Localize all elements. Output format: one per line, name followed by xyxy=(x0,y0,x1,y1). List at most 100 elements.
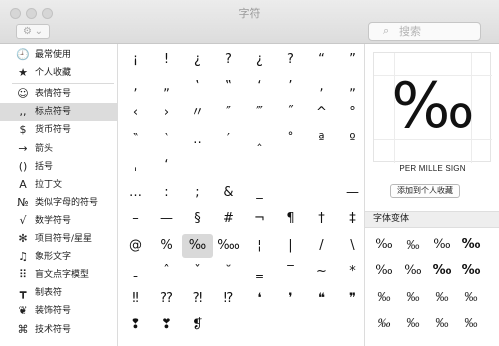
character-cell[interactable]: — xyxy=(151,207,182,231)
add-to-favorites-button[interactable]: 添加到个人收藏 xyxy=(390,184,460,198)
sidebar-item[interactable]: A 拉丁文 xyxy=(0,176,118,194)
character-cell[interactable]: ¿ xyxy=(244,48,275,72)
character-cell[interactable]: : xyxy=(151,181,182,205)
character-cell[interactable]: ˘ xyxy=(213,260,244,284)
font-variant-cell[interactable]: ‰ xyxy=(458,286,484,308)
character-cell[interactable]: ¶ xyxy=(275,207,306,231)
font-variant-cell[interactable]: ‰ xyxy=(371,260,397,282)
character-cell[interactable]: ‛ xyxy=(182,75,213,99)
sidebar-item[interactable]: $ 货币符号 xyxy=(0,121,118,139)
character-cell[interactable]: ‚ xyxy=(120,75,151,99)
character-cell[interactable]: ′ xyxy=(213,128,244,152)
character-cell[interactable]: ″ xyxy=(213,101,244,125)
character-cell[interactable]: | xyxy=(275,234,306,258)
character-cell[interactable]: ; xyxy=(182,181,213,205)
character-cell[interactable]: ‴ xyxy=(244,101,275,125)
search-input[interactable] xyxy=(399,24,477,39)
character-cell[interactable]: § xyxy=(182,207,213,231)
character-cell[interactable]: ‸ xyxy=(244,128,275,152)
character-cell[interactable]: ˇ xyxy=(182,260,213,284)
character-cell[interactable]: ? xyxy=(275,48,306,72)
font-variant-cell[interactable]: ‰ xyxy=(429,234,455,256)
sidebar-item[interactable]: № 类似字母的符号 xyxy=(0,194,118,212)
font-variant-cell[interactable]: ‰ xyxy=(429,260,455,282)
character-cell[interactable]: ‰ xyxy=(182,233,213,258)
character-cell[interactable]: ❡ xyxy=(182,313,213,337)
font-variant-cell[interactable]: ‰ xyxy=(458,260,484,282)
sidebar-item[interactable]: ☺ 表情符号 xyxy=(0,85,118,103)
character-cell[interactable]: ❝ xyxy=(306,287,337,311)
character-cell[interactable]: ¡ xyxy=(120,48,151,72)
character-cell[interactable]: ‟ xyxy=(213,75,244,99)
character-cell[interactable]: ‘ xyxy=(244,75,275,99)
character-cell[interactable]: ? xyxy=(213,48,244,72)
character-cell[interactable]: ‚ xyxy=(306,75,337,99)
character-cell[interactable]: ❢ xyxy=(120,313,151,337)
font-variant-cell[interactable]: ‰ xyxy=(400,260,426,282)
sidebar-item[interactable]: ┳ 制表符 xyxy=(0,284,118,302)
font-variant-cell[interactable]: ‰ xyxy=(400,234,426,256)
character-cell[interactable]: ❣ xyxy=(151,313,182,337)
character-cell[interactable]: † xyxy=(306,207,337,231)
sidebar-item[interactable]: 🕘 最常使用 xyxy=(0,46,118,64)
character-cell[interactable]: ❛ xyxy=(244,287,275,311)
font-variant-cell[interactable]: ‰ xyxy=(429,312,455,334)
font-variant-cell[interactable]: ‰ xyxy=(458,312,484,334)
character-cell[interactable]: ˆ xyxy=(151,260,182,284)
sidebar-item[interactable]: ,, 标点符号 xyxy=(0,103,118,122)
character-cell[interactable]: ‶ xyxy=(120,128,151,152)
character-cell[interactable]: ˚ xyxy=(275,128,306,152)
character-cell[interactable]: ‘ xyxy=(151,154,182,178)
font-variant-cell[interactable]: ‰ xyxy=(371,286,397,308)
character-cell[interactable]: ‥ xyxy=(182,128,213,152)
character-cell[interactable]: ‵ xyxy=(151,128,182,152)
character-cell[interactable]: ^ xyxy=(306,101,337,125)
font-variant-cell[interactable]: ‰ xyxy=(371,234,397,256)
character-cell[interactable]: ’ xyxy=(275,75,306,99)
sidebar-item[interactable]: ♫ 象形文字 xyxy=(0,248,118,266)
sidebar-item[interactable]: ⠿ 盲文点字模型 xyxy=(0,266,118,284)
font-variant-cell[interactable]: ‰ xyxy=(400,312,426,334)
search-box[interactable]: ⌕ xyxy=(368,22,481,41)
character-cell[interactable]: – xyxy=(120,207,151,231)
character-cell[interactable]: ⁈ xyxy=(182,287,213,311)
character-cell[interactable]: ‾ xyxy=(275,260,306,284)
font-variant-cell[interactable]: ‰ xyxy=(458,234,484,256)
character-cell[interactable]: › xyxy=(151,101,182,125)
character-cell[interactable]: ˌ xyxy=(120,154,151,178)
character-cell[interactable]: @ xyxy=(120,234,151,258)
sidebar-item[interactable]: → 箭头 xyxy=(0,140,118,158)
sidebar-item[interactable]: ❦ 装饰符号 xyxy=(0,302,118,320)
character-cell[interactable]: … xyxy=(120,181,151,205)
character-cell[interactable]: ¬ xyxy=(244,207,275,231)
character-cell[interactable]: ⁇ xyxy=(151,287,182,311)
character-cell[interactable]: ¿ xyxy=(182,48,213,72)
character-cell[interactable]: % xyxy=(151,234,182,258)
character-cell[interactable]: & xyxy=(213,181,244,205)
font-variant-cell[interactable]: ‰ xyxy=(429,286,455,308)
character-cell[interactable]: „ xyxy=(151,75,182,99)
font-variant-cell[interactable]: ‰ xyxy=(371,312,397,334)
sidebar-item[interactable]: √ 数学符号 xyxy=(0,212,118,230)
sidebar-item[interactable]: ⌘ 技术符号 xyxy=(0,321,118,339)
character-cell[interactable]: ª xyxy=(306,128,337,152)
sidebar-item[interactable]: ✻ 项目符号/星星 xyxy=(0,230,118,248)
character-cell[interactable]: ! xyxy=(151,48,182,72)
character-cell[interactable]: “ xyxy=(306,48,337,72)
character-cell[interactable]: ~ xyxy=(306,260,337,284)
character-cell[interactable]: ˝ xyxy=(275,101,306,125)
character-cell[interactable]: ❜ xyxy=(275,287,306,311)
character-cell[interactable]: ⁉ xyxy=(213,287,244,311)
character-cell[interactable]: 〃 xyxy=(182,101,213,125)
character-cell[interactable]: ‹ xyxy=(120,101,151,125)
character-cell[interactable]: _ xyxy=(244,181,275,205)
sidebar-item[interactable]: () 括号 xyxy=(0,158,118,176)
settings-menu-button[interactable]: ⚙ ⌄ xyxy=(16,24,50,39)
character-cell[interactable]: ‱ xyxy=(213,234,244,258)
font-variant-cell[interactable]: ‰ xyxy=(400,286,426,308)
character-cell[interactable]: ‗ xyxy=(244,260,275,284)
sidebar-item[interactable]: ★ 个人收藏 xyxy=(0,64,118,82)
character-cell[interactable]: ¦ xyxy=(244,234,275,258)
character-cell[interactable]: ˍ xyxy=(120,260,151,284)
character-cell[interactable]: ‼ xyxy=(120,287,151,311)
